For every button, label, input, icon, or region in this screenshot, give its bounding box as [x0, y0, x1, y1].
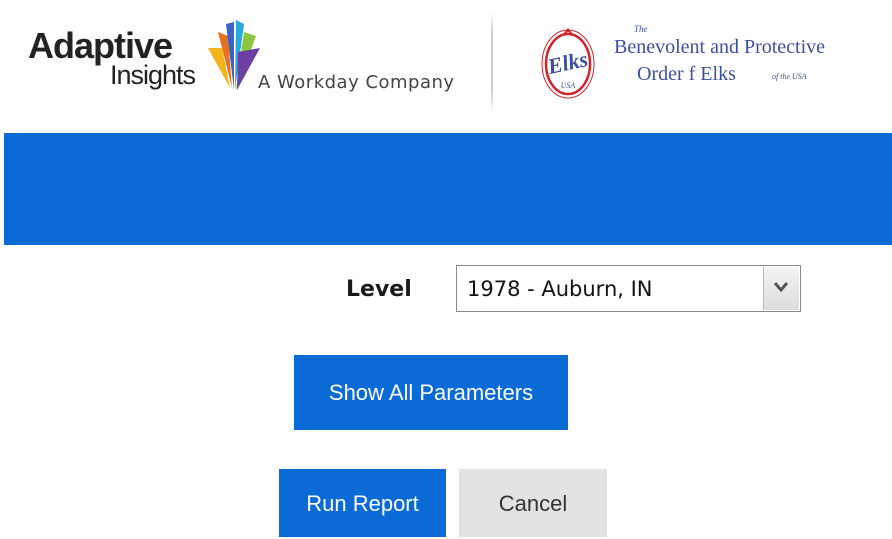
elks-emblem-subtext: USA [561, 81, 576, 90]
header-divider [491, 12, 493, 112]
header: Adaptive Insights A Workday Company Elks… [0, 0, 892, 130]
logo-tagline: A Workday Company [258, 72, 455, 93]
level-select[interactable]: 1978 - Auburn, IN [456, 265, 801, 312]
elks-the: The [634, 24, 648, 34]
logo-word-insights: Insights [110, 60, 196, 90]
level-label: Level [346, 277, 412, 302]
elks-line1: Benevolent and Protective [614, 36, 826, 58]
adaptive-insights-logo: Adaptive Insights A Workday Company [0, 0, 480, 120]
cancel-button[interactable]: Cancel [459, 469, 607, 537]
show-all-parameters-button[interactable]: Show All Parameters [294, 355, 568, 430]
level-select-dropdown-button[interactable] [763, 267, 799, 310]
level-select-value: 1978 - Auburn, IN [467, 277, 653, 301]
run-report-button[interactable]: Run Report [279, 469, 446, 537]
adaptive-logo-mark-icon [208, 20, 260, 90]
elks-usa: of the USA [772, 72, 807, 81]
elks-emblem-icon: Elks USA [541, 28, 595, 99]
chevron-down-icon [774, 282, 788, 293]
blue-banner [4, 133, 892, 245]
elks-line2: Order f Elks [637, 63, 736, 85]
elks-emblem-text: Elks [544, 46, 590, 79]
